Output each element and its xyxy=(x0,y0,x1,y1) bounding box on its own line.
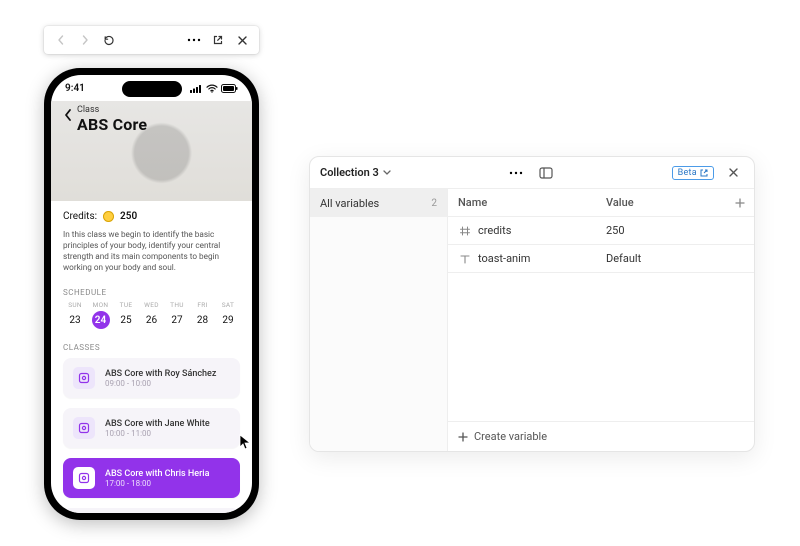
sidebar-all-variables[interactable]: All variables 2 xyxy=(310,189,447,217)
class-type-icon xyxy=(73,417,95,439)
panel-close-button[interactable] xyxy=(722,162,744,184)
collection-name: Collection 3 xyxy=(320,166,379,179)
variable-row[interactable]: credits 250 xyxy=(448,217,754,245)
day-wed[interactable]: WED 26 xyxy=(140,301,164,329)
day-tue[interactable]: TUE 25 xyxy=(114,301,138,329)
day-number: 27 xyxy=(168,311,186,329)
battery-icon xyxy=(221,84,238,93)
class-description: In this class we begin to identify the b… xyxy=(63,230,240,274)
day-abbr: FRI xyxy=(197,301,207,309)
class-title: ABS Core with Roy Sánchez xyxy=(105,369,216,379)
grid-header: Name Value xyxy=(448,189,754,217)
number-type-icon xyxy=(458,224,472,238)
class-time: 17:00 - 18:00 xyxy=(105,479,209,488)
day-abbr: TUE xyxy=(120,301,133,309)
class-title: ABS Core with Chris Heria xyxy=(105,469,209,479)
open-external-icon xyxy=(700,169,708,177)
nav-forward-button[interactable] xyxy=(74,29,96,51)
day-abbr: SAT xyxy=(222,301,234,309)
status-time: 9:41 xyxy=(65,83,85,94)
class-card[interactable]: ABS Core with Jane White10:00 - 11:00 xyxy=(63,408,240,448)
class-card[interactable]: ABS Core with Roy Sánchez09:00 - 10:00 xyxy=(63,358,240,398)
beta-badge[interactable]: Beta xyxy=(672,166,714,180)
day-sun[interactable]: SUN 23 xyxy=(63,301,87,329)
week-strip: SUN 23 MON 24 TUE 25 WED 26 THU 27 FRI 28 SAT 29 xyxy=(63,301,240,329)
class-title: ABS Core with Jane White xyxy=(105,419,210,429)
create-variable-label: Create variable xyxy=(474,430,547,443)
day-abbr: SUN xyxy=(68,301,82,309)
create-variable-button[interactable]: Create variable xyxy=(448,421,754,451)
beta-label: Beta xyxy=(678,168,697,178)
breadcrumb: Class xyxy=(77,105,147,115)
sidebar-count: 2 xyxy=(431,198,437,209)
credits-label: Credits: xyxy=(63,211,97,222)
day-abbr: WED xyxy=(144,301,159,309)
page-title: ABS Core xyxy=(77,115,147,134)
variable-name: credits xyxy=(478,224,511,237)
preview-toolbar xyxy=(44,26,259,54)
sidebar-label: All variables xyxy=(320,197,379,210)
signal-icon xyxy=(190,84,203,93)
day-number: 29 xyxy=(219,311,237,329)
day-number: 25 xyxy=(117,311,135,329)
day-fri[interactable]: FRI 28 xyxy=(191,301,215,329)
panel-header: Collection 3 Beta xyxy=(310,157,754,189)
class-list: ABS Core with Roy Sánchez09:00 - 10:00AB… xyxy=(63,358,240,513)
restart-button[interactable] xyxy=(98,29,120,51)
variable-row[interactable]: toast-anim Default xyxy=(448,245,754,273)
credits-value: 250 xyxy=(120,211,137,222)
class-time: 09:00 - 10:00 xyxy=(105,379,216,388)
class-type-icon xyxy=(73,467,95,489)
class-card[interactable]: ABS Core with Chris Heria20:00 - 21:00 xyxy=(63,508,240,513)
day-abbr: THU xyxy=(170,301,184,309)
day-sat[interactable]: SAT 29 xyxy=(216,301,240,329)
day-number: 28 xyxy=(194,311,212,329)
credits-row: Credits: 250 xyxy=(63,211,240,222)
day-number: 24 xyxy=(92,311,110,329)
col-value: Value xyxy=(606,196,726,209)
collection-options-button[interactable] xyxy=(505,162,527,184)
plus-icon xyxy=(458,432,468,442)
collection-switcher[interactable]: Collection 3 xyxy=(320,166,391,179)
variable-value[interactable]: 250 xyxy=(606,224,726,237)
day-thu[interactable]: THU 27 xyxy=(165,301,189,329)
day-number: 26 xyxy=(143,311,161,329)
variable-value[interactable]: Default xyxy=(606,252,726,265)
options-button[interactable] xyxy=(183,29,205,51)
sidebar-toggle-button[interactable] xyxy=(535,162,557,184)
phone-screen: 9:41 Class ABS Core xyxy=(51,75,252,513)
chevron-down-icon xyxy=(383,170,391,176)
class-time: 10:00 - 11:00 xyxy=(105,429,210,438)
day-number: 23 xyxy=(66,311,84,329)
wifi-icon xyxy=(206,84,218,93)
day-mon[interactable]: MON 24 xyxy=(89,301,113,329)
class-header: Class ABS Core xyxy=(51,101,252,201)
col-name: Name xyxy=(458,196,606,209)
close-button[interactable] xyxy=(231,29,253,51)
classes-label: CLASSES xyxy=(63,343,240,352)
variables-panel: Collection 3 Beta All variables 2 Na xyxy=(309,156,755,452)
variables-grid: Name Value credits 250 toast-anim Default C… xyxy=(448,189,754,451)
phone-frame: 9:41 Class ABS Core xyxy=(44,68,259,520)
day-abbr: MON xyxy=(93,301,109,309)
coin-icon xyxy=(103,211,114,222)
back-button[interactable] xyxy=(63,105,73,122)
open-external-button[interactable] xyxy=(207,29,229,51)
string-type-icon xyxy=(458,252,472,266)
nav-back-button[interactable] xyxy=(50,29,72,51)
add-mode-button[interactable] xyxy=(726,198,754,208)
panel-sidebar: All variables 2 xyxy=(310,189,448,451)
schedule-label: SCHEDULE xyxy=(63,288,240,297)
class-card[interactable]: ABS Core with Chris Heria17:00 - 18:00 xyxy=(63,458,240,498)
class-type-icon xyxy=(73,367,95,389)
variable-name: toast-anim xyxy=(478,252,530,265)
phone-notch xyxy=(122,81,182,97)
